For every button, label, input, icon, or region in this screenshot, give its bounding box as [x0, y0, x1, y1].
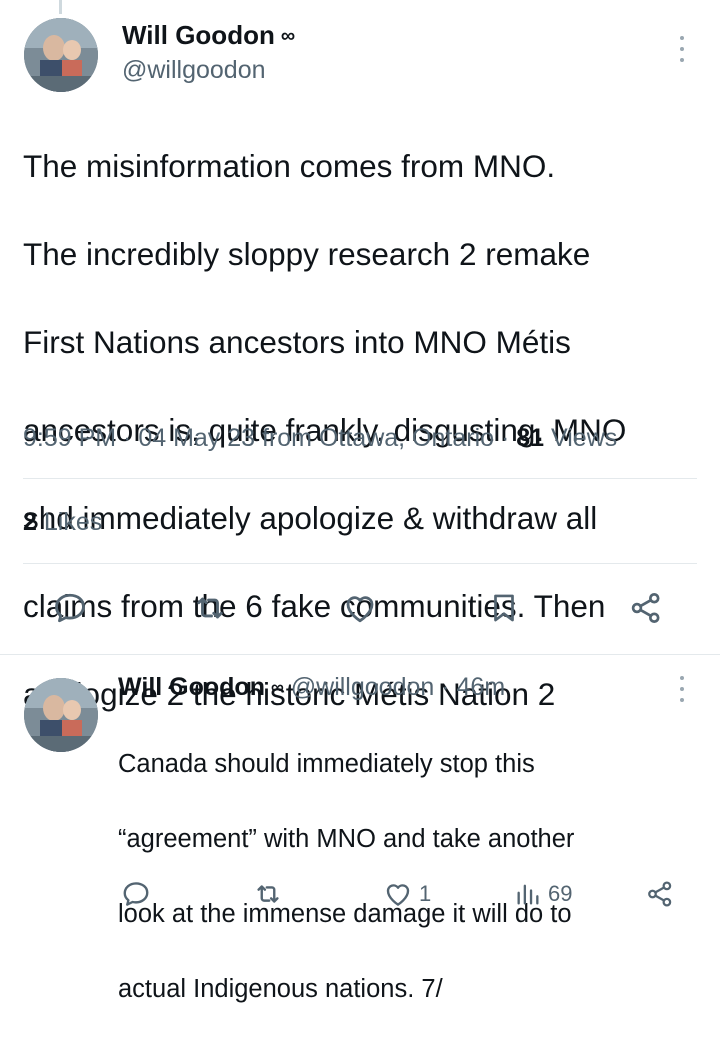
tweet-meta: 9:59 PM · 04 May 23 from Ottawa, Ontario… — [23, 424, 617, 453]
infinity-badge: ∞ — [270, 677, 284, 697]
retweet-button[interactable] — [252, 879, 284, 909]
retweet-icon — [257, 885, 279, 903]
author-handle[interactable]: @willgoodon — [122, 56, 266, 85]
avatar-image — [24, 678, 98, 752]
author-name[interactable]: Will Goodon ∞ — [122, 20, 295, 51]
analytics-icon — [517, 884, 539, 905]
retweet-icon — [197, 597, 223, 619]
tweet-text-line: The incredibly sloppy research 2 remake — [23, 236, 591, 272]
views-button[interactable]: 69 — [514, 879, 572, 909]
tweet-text-line: shd immediately apologize & withdraw all — [23, 500, 598, 536]
divider — [0, 654, 720, 655]
reply-text-line: actual Indigenous nations. 7/ — [118, 974, 443, 1003]
like-button[interactable]: 1 — [383, 879, 431, 909]
bookmark-button[interactable] — [487, 589, 521, 627]
reply-text-line: “agreement” with MNO and take another — [118, 824, 575, 853]
bookmark-icon — [494, 594, 514, 622]
reply-header: Will Goodon ∞ @willgoodon · 46m — [118, 673, 505, 702]
author-name-text[interactable]: Will Goodon — [122, 20, 275, 50]
avatar[interactable] — [24, 18, 98, 92]
divider — [23, 563, 697, 564]
like-button[interactable] — [341, 590, 379, 626]
author-handle[interactable]: @willgoodon — [291, 673, 435, 701]
heart-icon — [346, 596, 374, 623]
reply-text: Canada should immediately stop this “agr… — [118, 708, 678, 1046]
more-icon[interactable] — [678, 36, 686, 62]
reply-button[interactable] — [52, 590, 88, 626]
more-icon[interactable] — [678, 676, 686, 702]
timestamp[interactable]: 9:59 PM · 04 May 23 from Ottawa, Ontario… — [23, 424, 509, 452]
author-name[interactable]: Will Goodon — [118, 673, 265, 701]
share-icon — [631, 593, 660, 623]
retweet-button[interactable] — [191, 590, 229, 626]
share-icon — [648, 881, 672, 907]
reply-button[interactable] — [121, 879, 151, 909]
views-count: 81 — [516, 424, 545, 452]
like-count: 1 — [419, 881, 432, 906]
avatar[interactable] — [24, 678, 98, 752]
share-button[interactable] — [645, 879, 675, 909]
reply-text-line: Canada should immediately stop this — [118, 749, 535, 778]
avatar-image — [24, 18, 98, 92]
reply-icon — [123, 882, 149, 906]
likes-label: Likes — [43, 508, 103, 536]
infinity-badge: ∞ — [280, 25, 296, 47]
time-ago: · 46m — [441, 673, 506, 701]
likes-count: 2 — [23, 508, 37, 536]
views-label: Views — [551, 424, 618, 452]
divider — [23, 478, 697, 479]
tweet-text-line: First Nations ancestors into MNO Métis — [23, 324, 571, 360]
reply-icon — [55, 593, 85, 623]
tweet-text-line: The misinformation comes from MNO. — [23, 148, 556, 184]
share-button[interactable] — [628, 590, 664, 626]
likes-stat[interactable]: 2 Likes — [23, 508, 102, 537]
heart-icon — [386, 884, 410, 906]
view-count: 69 — [548, 881, 573, 906]
thread-connector-line — [59, 0, 62, 14]
